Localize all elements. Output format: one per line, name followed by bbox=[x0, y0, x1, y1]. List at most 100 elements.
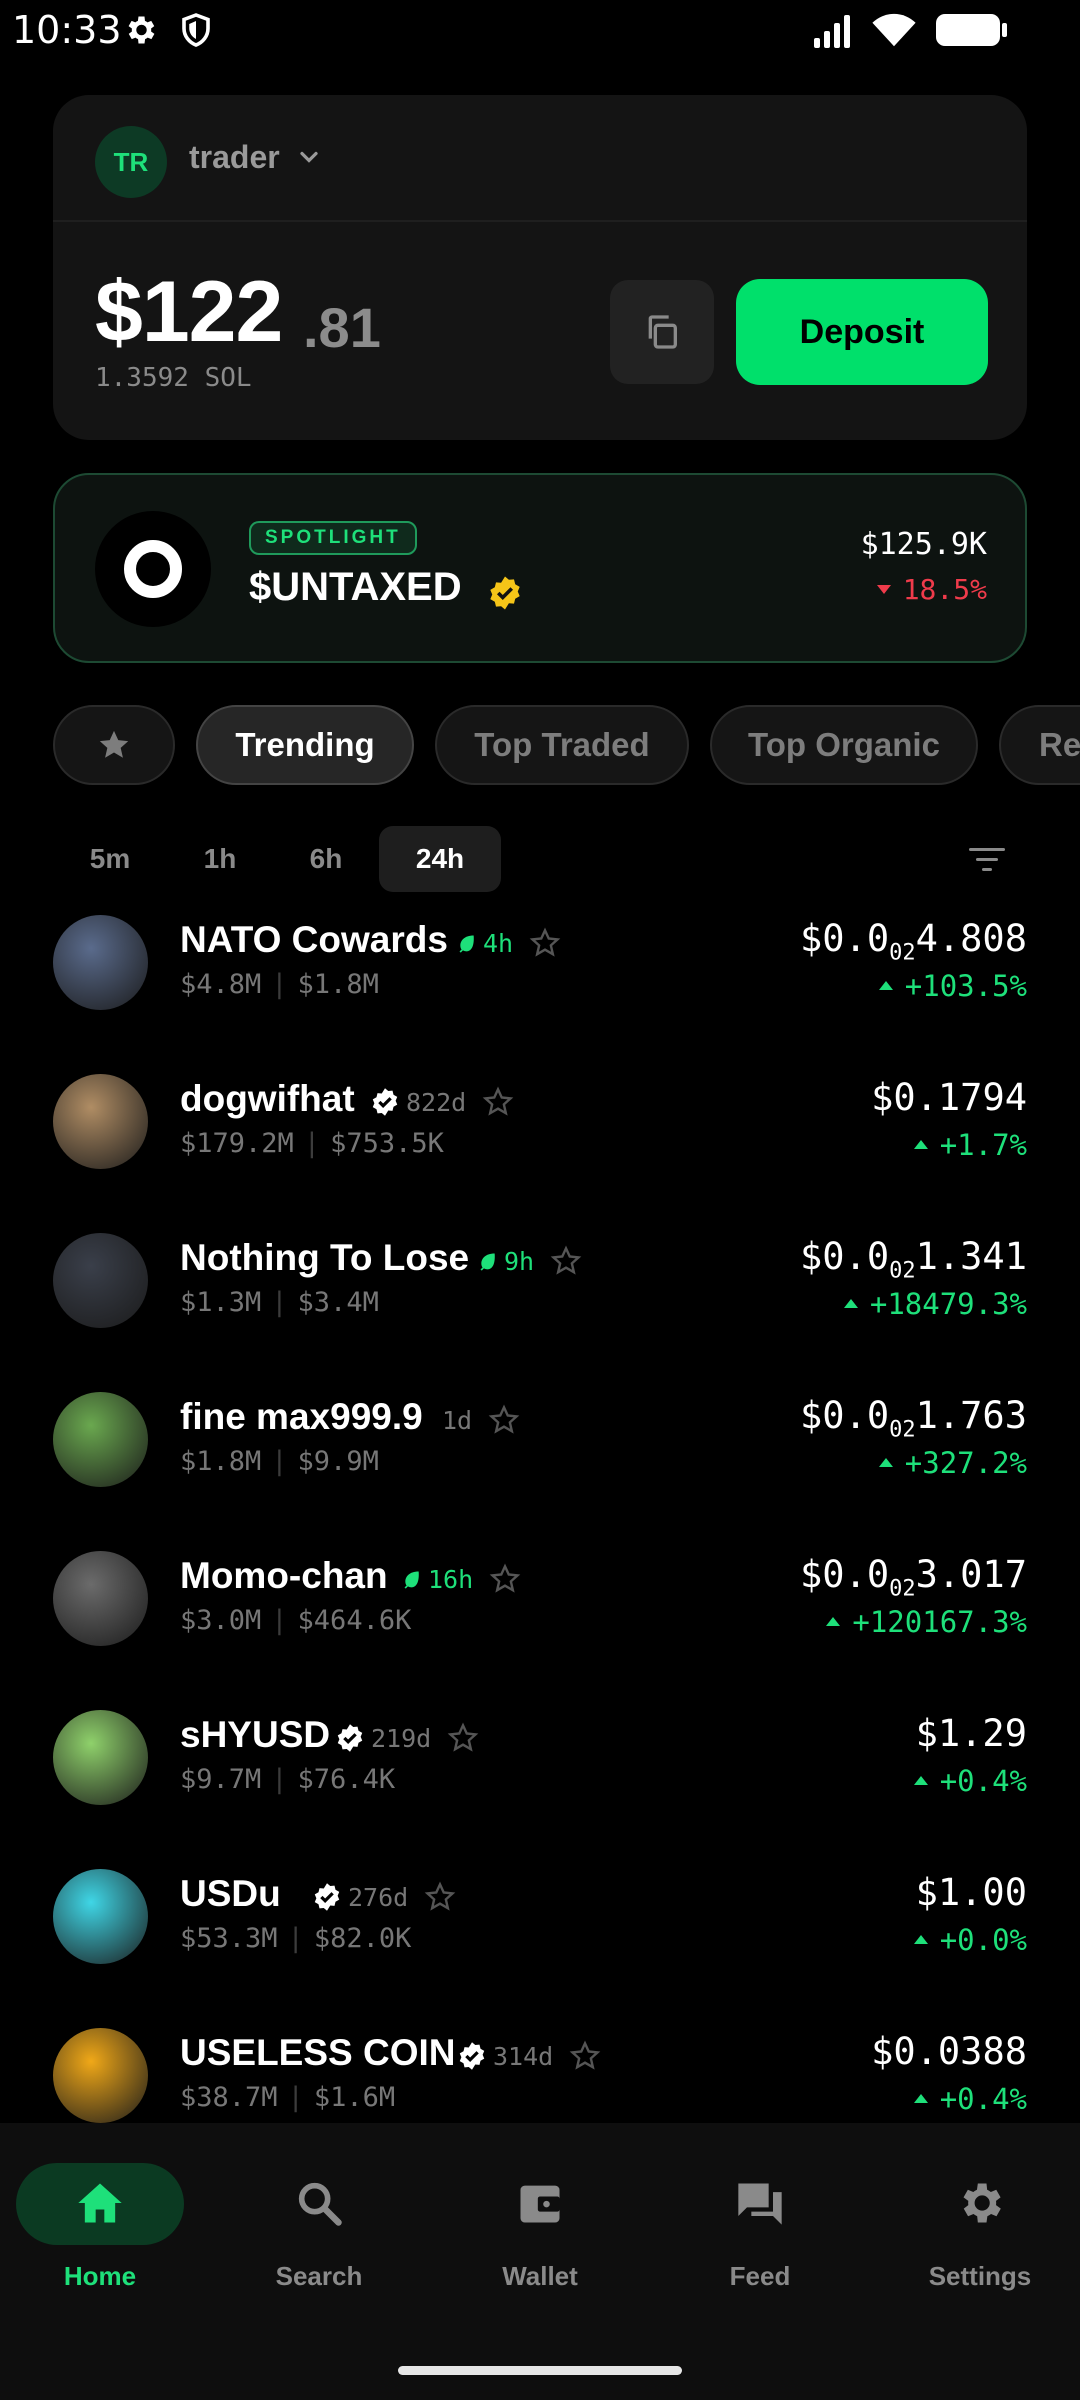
nav-search-label: Search bbox=[275, 2261, 363, 2291]
filter-icon[interactable] bbox=[967, 844, 1007, 876]
token-row[interactable]: dogwifhat 822d $179.2M | $753.5K $0.1794 +1.7% bbox=[0, 1062, 1080, 1221]
token-row[interactable]: Momo-chan 16h $3.0M | $464.6K $0.0023.017 +120… bbox=[0, 1539, 1080, 1698]
copy-address-button[interactable] bbox=[610, 280, 714, 384]
deposit-button[interactable]: Deposit bbox=[736, 279, 988, 385]
nav-feed[interactable]: Feed bbox=[670, 2163, 850, 2323]
price-zero-count: 02 bbox=[889, 1576, 916, 1602]
token-change-value: +1.7% bbox=[939, 1128, 1027, 1162]
price-main: $0.0 bbox=[800, 1235, 890, 1278]
star-icon bbox=[99, 730, 129, 758]
price-main: $1.29 bbox=[915, 1712, 1027, 1755]
token-change-value: +103.5% bbox=[904, 969, 1027, 1003]
token-meta: 219d bbox=[335, 1722, 479, 1754]
stat-separator: | bbox=[287, 2082, 304, 2113]
price-main: $1.00 bbox=[915, 1871, 1027, 1914]
category-chips: Trending Top Traded Top Organic Re bbox=[53, 705, 1080, 787]
chip-favorites[interactable] bbox=[53, 705, 175, 785]
nav-settings[interactable]: Settings bbox=[890, 2163, 1070, 2323]
account-switcher[interactable]: TR trader bbox=[53, 95, 1027, 222]
home-icon bbox=[78, 2183, 122, 2223]
token-name: NATO Cowards bbox=[180, 919, 448, 960]
price-main: $0.0388 bbox=[871, 2030, 1027, 2073]
leaf-icon bbox=[404, 1571, 419, 1589]
token-change: +1.7% bbox=[913, 1128, 1027, 1162]
price-tail: 1.341 bbox=[915, 1235, 1027, 1278]
token-volume: $464.6K bbox=[297, 1605, 412, 1636]
price-main: $0.0 bbox=[800, 917, 890, 960]
price-tail: 4.808 bbox=[915, 917, 1027, 960]
star-outline-icon[interactable] bbox=[447, 1722, 479, 1754]
token-name: USDu bbox=[180, 1873, 281, 1914]
star-outline-icon[interactable] bbox=[482, 1086, 514, 1118]
token-change-value: +18479.3% bbox=[869, 1287, 1027, 1321]
star-outline-icon[interactable] bbox=[569, 2040, 601, 2072]
chip-top-organic[interactable]: Top Organic bbox=[710, 705, 978, 785]
price-zero-count: 02 bbox=[889, 1258, 916, 1284]
spotlight-token-name: $UNTAXED bbox=[249, 565, 462, 609]
token-meta: 4h bbox=[457, 927, 561, 959]
star-outline-icon[interactable] bbox=[488, 1404, 520, 1436]
token-market-cap: $9.7M bbox=[180, 1764, 262, 1795]
up-triangle-icon bbox=[843, 1298, 858, 1308]
verified-gold-icon bbox=[490, 576, 520, 610]
leaf-icon bbox=[459, 935, 474, 953]
token-volume: $9.9M bbox=[297, 1446, 379, 1477]
star-outline-icon[interactable] bbox=[489, 1563, 521, 1595]
nav-wallet[interactable]: Wallet bbox=[450, 2163, 630, 2323]
verified-icon bbox=[314, 1883, 340, 1911]
token-stats: $179.2M | $753.5K bbox=[180, 1128, 444, 1159]
spotlight-change-value: 18.5% bbox=[902, 573, 987, 606]
token-price: $1.29 bbox=[916, 1712, 1027, 1760]
token-change-value: +327.2% bbox=[904, 1446, 1027, 1480]
stat-separator: | bbox=[303, 1128, 321, 1159]
token-market-cap: $38.7M bbox=[180, 2082, 278, 2113]
token-row[interactable]: USELESS COIN 314d $38.7M | $1.6M $0.0388 +0.4% bbox=[0, 2016, 1080, 2123]
token-age: 276d bbox=[348, 1882, 409, 1912]
verified-icon bbox=[337, 1724, 363, 1752]
chip-top-traded[interactable]: Top Traded bbox=[435, 705, 689, 785]
token-age: 4h bbox=[483, 928, 514, 958]
token-meta: 314d bbox=[457, 2040, 601, 2072]
token-avatar bbox=[53, 1392, 148, 1487]
star-outline-icon[interactable] bbox=[529, 927, 561, 959]
token-price: $0.0024.808 bbox=[800, 917, 1027, 965]
tab-24h[interactable]: 24h bbox=[379, 826, 501, 892]
chip-trending[interactable]: Trending bbox=[196, 705, 414, 785]
token-row[interactable]: Nothing To Lose 9h $1.3M | $3.4M $0.0021.341 +… bbox=[0, 1221, 1080, 1380]
chip-recent[interactable]: Re bbox=[999, 705, 1080, 785]
feed-icon bbox=[738, 2183, 782, 2225]
token-meta: 822d bbox=[370, 1086, 514, 1118]
price-zero-count: 02 bbox=[889, 940, 916, 966]
spotlight-change: 18.5% bbox=[876, 573, 987, 606]
token-volume: $1.6M bbox=[313, 2082, 396, 2113]
token-row[interactable]: fine max999.9 1d $1.8M | $9.9M $0.0021.763 +32… bbox=[0, 1380, 1080, 1539]
token-row[interactable]: sHYUSD 219d $9.7M | $76.4K $1.29 +0.4% bbox=[0, 1698, 1080, 1857]
up-triangle-icon bbox=[913, 1775, 928, 1785]
tab-1h[interactable]: 1h bbox=[167, 826, 273, 892]
spotlight-card[interactable]: SPOTLIGHT $UNTAXED $125.9K 18.5% bbox=[53, 473, 1027, 663]
token-avatar bbox=[53, 1233, 148, 1328]
gear-status-icon bbox=[128, 16, 155, 44]
nav-feed-label: Feed bbox=[729, 2261, 791, 2291]
nav-home[interactable]: Home bbox=[10, 2163, 190, 2323]
token-market-cap: $3.0M bbox=[180, 1605, 262, 1636]
search-icon bbox=[298, 2182, 342, 2226]
token-row[interactable]: USDu 276d $53.3M | $82.0K $1.00 +0.0% bbox=[0, 1857, 1080, 2016]
token-row[interactable]: NATO Cowards 4h $4.8M | $1.8M $0.0024.808 +103… bbox=[0, 903, 1080, 1062]
balance-decimals: .81 bbox=[303, 296, 381, 359]
tab-6h[interactable]: 6h bbox=[273, 826, 379, 892]
price-tail: 1.763 bbox=[915, 1394, 1027, 1437]
tab-5m[interactable]: 5m bbox=[53, 826, 167, 892]
star-outline-icon[interactable] bbox=[424, 1881, 456, 1913]
stat-separator: | bbox=[271, 1287, 288, 1318]
leaf-icon bbox=[480, 1253, 495, 1271]
timeframe-tabs: 5m 1h 6h 24h bbox=[53, 826, 1027, 892]
nav-search[interactable]: Search bbox=[229, 2163, 409, 2323]
token-avatar bbox=[53, 1074, 148, 1169]
token-volume: $1.8M bbox=[297, 969, 379, 1000]
star-outline-icon[interactable] bbox=[550, 1245, 582, 1277]
token-name: Nothing To Lose bbox=[180, 1237, 470, 1278]
down-triangle-icon bbox=[876, 584, 891, 594]
token-market-cap: $53.3M bbox=[180, 1923, 278, 1954]
price-main: $0.0 bbox=[800, 1394, 890, 1437]
